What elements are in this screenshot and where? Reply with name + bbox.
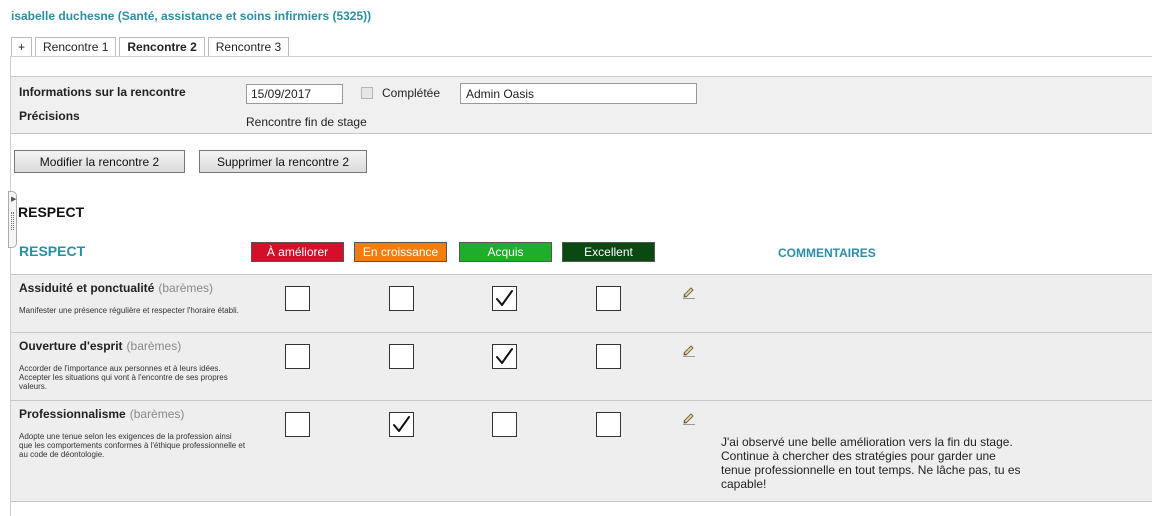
criterion-row: Professionnalisme (barèmes) Adopte une te… <box>11 400 1152 502</box>
criterion-row: Ouverture d'esprit (barèmes) Accorder de … <box>11 332 1152 400</box>
tab-rencontre-1[interactable]: Rencontre 1 <box>35 37 117 57</box>
level-checkbox-en-croissance[interactable] <box>389 344 414 369</box>
bareme-link[interactable]: (barèmes) <box>130 407 185 421</box>
meeting-panel: Informations sur la rencontre Précisions… <box>8 56 1152 516</box>
grid-header-title: RESPECT <box>19 243 86 259</box>
level-checkbox-excellent[interactable] <box>596 286 621 311</box>
level-checkbox-a-ameliorer[interactable] <box>285 286 310 311</box>
meeting-info-label: Informations sur la rencontre <box>19 85 186 99</box>
level-checkbox-a-ameliorer[interactable] <box>285 344 310 369</box>
check-icon <box>496 348 513 364</box>
completed-label: Complétée <box>382 86 441 100</box>
level-checkbox-en-croissance[interactable] <box>389 286 414 311</box>
completed-checkbox[interactable] <box>361 87 373 99</box>
level-header-acquis: Acquis <box>459 242 552 262</box>
level-header-excellent: Excellent <box>562 242 655 262</box>
criterion-row: Assiduité et ponctualité (barèmes) Manife… <box>11 274 1152 332</box>
criterion-description: Manifester une présence régulière et res… <box>19 306 239 315</box>
pencil-icon[interactable] <box>682 343 696 357</box>
criterion-name: Professionnalisme <box>19 407 126 421</box>
modify-meeting-button[interactable]: Modifier la rencontre 2 <box>14 150 185 173</box>
precisions-value: Rencontre fin de stage <box>246 115 367 129</box>
level-checkbox-en-croissance[interactable] <box>389 412 414 437</box>
criterion-description: Adopte une tenue selon les exigences de … <box>19 432 246 459</box>
pencil-icon[interactable] <box>682 285 696 299</box>
tab-rencontre-3[interactable]: Rencontre 3 <box>207 37 290 57</box>
meeting-user-field[interactable] <box>460 83 697 104</box>
delete-meeting-button[interactable]: Supprimer la rencontre 2 <box>199 150 367 173</box>
criterion-title: Ouverture d'esprit (barèmes) <box>19 339 181 353</box>
criterion-name: Assiduité et ponctualité <box>19 281 155 295</box>
precisions-label: Précisions <box>19 109 80 123</box>
bareme-link[interactable]: (barèmes) <box>127 339 182 353</box>
pencil-icon[interactable] <box>682 411 696 425</box>
criterion-title: Professionnalisme (barèmes) <box>19 407 184 421</box>
student-title: isabelle duchesne (Santé, assistance et … <box>11 9 372 23</box>
criterion-name: Ouverture d'esprit <box>19 339 123 353</box>
section-title: RESPECT <box>18 204 85 220</box>
level-checkbox-acquis[interactable] <box>492 286 517 311</box>
criterion-title: Assiduité et ponctualité (barèmes) <box>19 281 213 295</box>
check-icon <box>393 416 410 432</box>
level-checkbox-excellent[interactable] <box>596 412 621 437</box>
level-checkbox-acquis[interactable] <box>492 344 517 369</box>
comments-header: COMMENTAIRES <box>778 246 876 260</box>
grip-icon <box>11 212 14 230</box>
meeting-tabs: + Rencontre 1 Rencontre 2 Rencontre 3 <box>11 37 292 58</box>
criterion-description: Accorder de l'importance aux personnes e… <box>19 364 228 391</box>
check-icon <box>496 290 513 306</box>
level-checkbox-excellent[interactable] <box>596 344 621 369</box>
bareme-link[interactable]: (barèmes) <box>158 281 213 295</box>
meeting-date-field[interactable] <box>246 84 343 104</box>
level-header-en-croissance: En croissance <box>354 242 447 262</box>
level-checkbox-a-ameliorer[interactable] <box>285 412 310 437</box>
expand-arrow-icon: ▶ <box>11 196 17 203</box>
tab-rencontre-2[interactable]: Rencontre 2 <box>119 37 205 58</box>
level-header-a-ameliorer: À améliorer <box>251 242 344 262</box>
tab-add-meeting[interactable]: + <box>11 37 33 57</box>
criterion-comment: J'ai observé une belle amélioration vers… <box>721 435 1021 491</box>
level-checkbox-acquis[interactable] <box>492 412 517 437</box>
side-panel-handle[interactable]: ▶ <box>8 191 17 248</box>
meeting-info-box: Informations sur la rencontre Précisions… <box>11 76 1152 134</box>
